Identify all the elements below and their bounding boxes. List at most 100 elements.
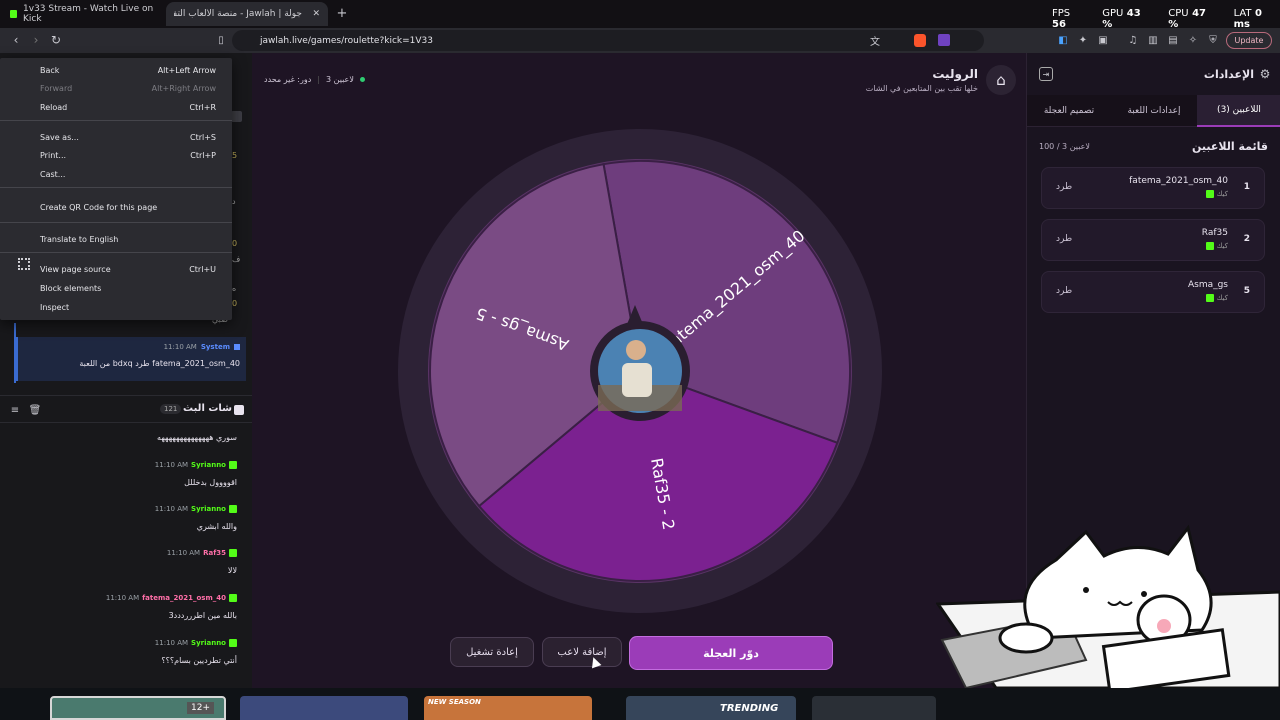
player-row: 2 Raf35 كيك طرد	[1041, 219, 1265, 261]
sidebar-icon[interactable]: ▥	[1146, 33, 1160, 47]
chat-bubble-icon	[234, 405, 244, 415]
player-platform: كيك	[1205, 294, 1228, 302]
viewer-count: 121	[160, 404, 182, 414]
chat-message: 11:10 AM Raf35 لالا	[166, 549, 237, 575]
player-name: Asma_gs	[1187, 280, 1228, 290]
new-tab-button[interactable]: +	[334, 5, 350, 21]
kick-icon	[1205, 242, 1214, 250]
back-icon[interactable]: ‹	[8, 32, 24, 48]
partial-glyph: د	[232, 197, 236, 206]
extension-icon[interactable]: ◧	[1056, 33, 1070, 47]
turn-status: دور: غير محدد	[264, 75, 312, 84]
menu-item-save-as[interactable]: Save as... Ctrl+S	[0, 128, 232, 146]
tab-kick-stream[interactable]: 1v33 Stream - Watch Live on Kick	[2, 2, 164, 26]
thumbnail-card[interactable]: NEW SEASON	[424, 696, 592, 720]
chat-message: 11:10 AM Syrianno أنتي تطرديين بسام؟؟؟	[154, 639, 237, 665]
menu-item-reload[interactable]: Reload Ctrl+R	[0, 98, 232, 116]
age-rating-badge: 12+	[187, 702, 214, 714]
partial-glyph: 0	[232, 239, 238, 248]
address-toolbar: ‹ › ↻ ▯ jawlah.live/games/roulette?kick=…	[0, 28, 1280, 53]
music-icon[interactable]: ♫	[1126, 33, 1140, 47]
update-button[interactable]: Update	[1226, 32, 1272, 49]
player-platform: كيك	[1205, 242, 1228, 250]
menu-item-forward[interactable]: Forward Alt+Right Arrow	[0, 79, 232, 97]
reload-icon[interactable]: ↻	[48, 32, 64, 48]
player-row: 1 fatema_2021_osm_40 كيك طرد	[1041, 167, 1265, 209]
roulette-wheel[interactable]: fatema_2021_osm_40Raf35 - 2Asma_gs - 5	[392, 123, 892, 623]
trending-label: TRENDING	[720, 703, 779, 714]
kick-icon	[229, 594, 237, 602]
thumbnail-card[interactable]	[812, 696, 936, 720]
ai-icon[interactable]: ✧	[1186, 33, 1200, 47]
trash-icon[interactable]: 🗑	[28, 403, 42, 417]
vpn-icon[interactable]: ⛨	[1206, 33, 1220, 47]
menu-item-back[interactable]: Back Alt+Left Arrow	[0, 61, 232, 79]
game-subtitle: خلها تقب بين المتابعين في الشات	[865, 84, 978, 93]
add-player-button[interactable]: إضافة لاعب	[542, 637, 622, 667]
partial-glyph: ه	[232, 284, 237, 293]
screenshot-icon[interactable]: ▣	[1096, 33, 1110, 47]
thumbnail-card[interactable]	[240, 696, 408, 720]
rewards-icon[interactable]	[938, 34, 950, 46]
cat-eye	[1141, 591, 1147, 597]
home-icon[interactable]: ⌂	[986, 65, 1016, 95]
players-count: 3 لاعبين	[326, 75, 354, 84]
player-row: 5 Asma_gs كيك طرد	[1041, 271, 1265, 313]
online-dot-icon	[359, 77, 365, 82]
thumbnail-strip: 12+ NEW SEASON TRENDING	[0, 688, 1280, 720]
partial-glyph: 5	[232, 151, 238, 160]
tab-title: 1v33 Stream - Watch Live on Kick	[23, 4, 154, 24]
chat-settings-icon[interactable]: ≡	[8, 403, 22, 417]
player-name: Raf35	[1201, 228, 1228, 238]
collapse-panel-icon[interactable]: ⇥	[1039, 67, 1053, 81]
spin-wheel-button[interactable]: دوّر العجلة	[629, 636, 833, 670]
player-number: 5	[1243, 286, 1250, 296]
tab-jawlah[interactable]: جولة | Jawlah - منصة الألعاب التفا ✕	[166, 2, 328, 26]
menu-item-view-source[interactable]: View page source Ctrl+U	[0, 260, 232, 278]
forward-icon[interactable]: ›	[28, 32, 44, 48]
kick-player-button[interactable]: طرد	[1056, 286, 1072, 296]
chat-title: شات البث	[183, 403, 232, 414]
menu-item-block-elements[interactable]: Block elements	[0, 279, 232, 297]
puzzle-icon[interactable]: ✦	[1076, 33, 1090, 47]
gear-icon: ⚙	[1259, 67, 1271, 81]
brave-shield-icon[interactable]	[914, 34, 926, 47]
roulette-game-area: ⌂ الروليت خلها تقب بين المتابعين في الشا…	[252, 53, 1026, 688]
game-title: الروليت	[932, 67, 978, 81]
chat-message: 11:10 AM Syrianno اقوووول بدخللل	[154, 461, 237, 487]
kick-icon	[1205, 294, 1214, 302]
restart-button[interactable]: إعادة تشغيل	[450, 637, 534, 667]
chat-option-icon[interactable]	[231, 111, 242, 122]
system-message: 11:10 AM System fatema_2021_osm_40 طرد b…	[16, 337, 246, 381]
menu-divider	[0, 120, 232, 121]
cat-left-paw	[998, 622, 1054, 654]
tab-wheel-design[interactable]: تصميم العجلة	[1027, 95, 1111, 127]
kick-player-button[interactable]: طرد	[1056, 234, 1072, 244]
player-platform: كيك	[1205, 190, 1228, 198]
thumbnail-card[interactable]: TRENDING	[626, 696, 796, 720]
kick-icon	[229, 549, 237, 557]
kick-player-button[interactable]: طرد	[1056, 182, 1072, 192]
paw-pad	[1157, 619, 1171, 633]
menu-item-cast[interactable]: Cast...	[0, 165, 232, 183]
kick-icon	[10, 10, 18, 18]
menu-item-qr-code[interactable]: Create QR Code for this page	[0, 198, 232, 216]
game-status: دور: غير محدد | 3 لاعبين	[264, 75, 365, 84]
players-list-title: قائمة اللاعبين	[1192, 140, 1268, 153]
performance-hud: FPS 56 GPU 43 % CPU 47 % LAT 0 ms	[1052, 8, 1262, 30]
menu-item-print[interactable]: Print... Ctrl+P	[0, 146, 232, 164]
thumbnail-card[interactable]: 12+	[50, 696, 226, 720]
players-list-count: 100 / 3 لاعبين	[1039, 142, 1090, 151]
menu-divider	[0, 252, 232, 253]
browser-tab-bar: 1v33 Stream - Watch Live on Kick جولة | …	[0, 0, 1280, 30]
close-tab-icon[interactable]: ✕	[312, 9, 320, 19]
chat-message: سوري ههههههههههههههه	[157, 433, 237, 442]
bookmark-icon[interactable]: ▯	[214, 33, 228, 47]
kick-icon	[229, 461, 237, 469]
tab-game-settings[interactable]: إعدادات اللعبة	[1111, 95, 1197, 127]
menu-item-translate[interactable]: Translate to English	[0, 230, 232, 248]
tab-players[interactable]: اللاعبين (3)	[1197, 95, 1280, 127]
translate-icon[interactable]: 文	[868, 33, 882, 48]
menu-item-inspect[interactable]: Inspect	[0, 298, 232, 316]
wallet-icon[interactable]: ▤	[1166, 33, 1180, 47]
